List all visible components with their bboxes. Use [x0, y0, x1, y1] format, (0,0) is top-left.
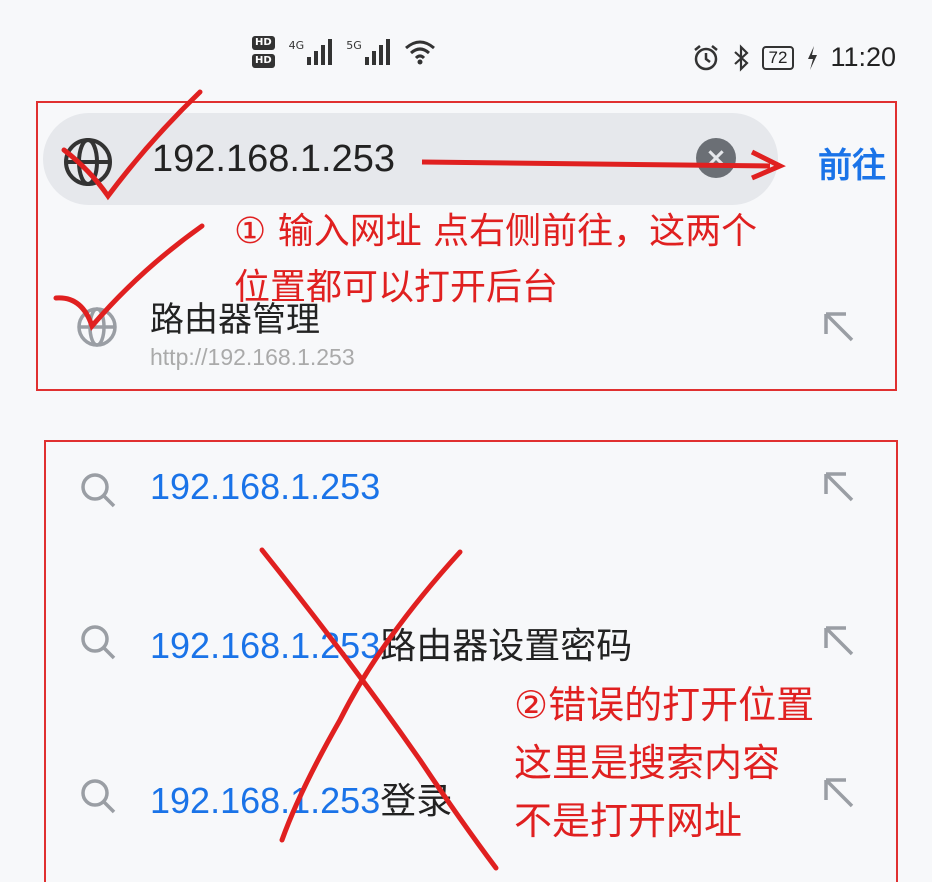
search-suggestion-query: 192.168.1.253 [150, 780, 381, 821]
system-indicators: 72 11:20 [692, 42, 896, 73]
network-indicators: HD HD 4G 5G [252, 36, 436, 68]
battery-level: 72 [761, 45, 795, 70]
annotation-step2-line1: ②错误的打开位置 [514, 683, 815, 727]
hd-voice-badge-2: HD [252, 54, 275, 68]
annotation-step2-line2: 这里是搜索内容 [514, 741, 781, 785]
annotation-step2: ②错误的打开位置 这里是搜索内容 不是打开网址 [514, 676, 874, 850]
search-icon [81, 779, 116, 814]
charging-icon [808, 45, 818, 70]
globe-icon [77, 307, 117, 347]
wifi-icon [404, 40, 435, 65]
fill-arrow-icon[interactable] [818, 306, 858, 346]
alarm-icon [693, 44, 718, 70]
signal-bars-icon [364, 39, 390, 65]
annotation-step1-line1: ① 输入网址 点右侧前往，这两个 [234, 211, 758, 252]
search-suggestion-query: 192.168.1.253 [150, 466, 381, 507]
search-icon [81, 473, 116, 508]
search-suggestion-text: 192.168.1.253路由器设置密码 [150, 617, 632, 669]
sim1-network-type: 4G [288, 39, 305, 52]
search-suggestion-text: 192.168.1.253 [150, 466, 380, 508]
fill-arrow-icon[interactable] [818, 466, 858, 506]
search-suggestion-query: 192.168.1.253 [150, 625, 381, 666]
bluetooth-icon [733, 43, 749, 72]
status-bar: HD HD 4G 5G 72 11:20 [0, 0, 932, 90]
sim2-signal: 5G [346, 39, 390, 65]
search-suggestion-text: 192.168.1.253登录 [150, 772, 452, 824]
signal-bars-icon [307, 39, 333, 65]
annotation-step2-line3: 不是打开网址 [514, 799, 743, 843]
search-suggestion-suffix: 路由器设置密码 [380, 626, 633, 667]
annotation-step1: ① 输入网址 点右侧前往，这两个 位置都可以打开后台 [234, 204, 854, 316]
sim1-signal: 4G [289, 39, 333, 65]
hd-voice-indicators: HD HD [252, 36, 275, 68]
status-clock: 11:20 [830, 42, 896, 72]
site-suggestion-url: http://192.168.1.253 [150, 344, 355, 370]
sim2-network-type: 5G [346, 39, 362, 52]
search-icon [81, 625, 116, 660]
search-suggestion-suffix: 登录 [380, 781, 453, 822]
site-suggestion-title: 路由器管理 [150, 300, 320, 340]
fill-arrow-icon[interactable] [818, 620, 858, 660]
annotation-step1-line2: 位置都可以打开后台 [234, 267, 559, 308]
hd-voice-badge-1: HD [252, 36, 275, 50]
